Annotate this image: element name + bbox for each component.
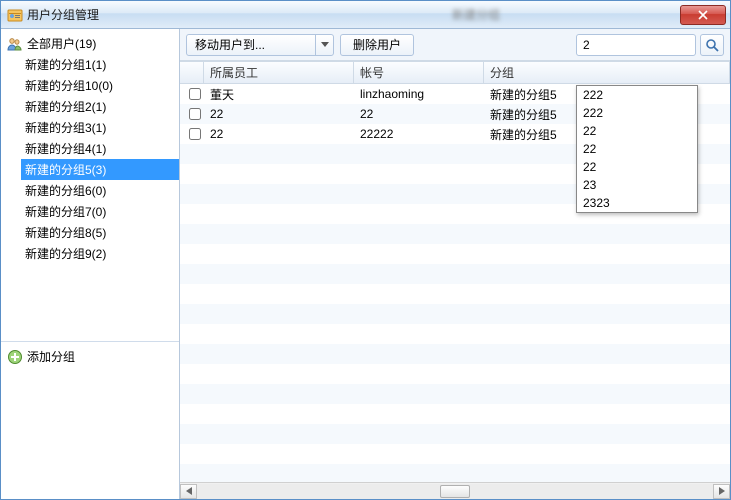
suggest-item[interactable]: 23 bbox=[577, 176, 697, 194]
main-panel: 移动用户到... 删除用户 所属员工 bbox=[180, 29, 730, 499]
add-group-label: 添加分组 bbox=[27, 348, 75, 365]
sidebar-group-item[interactable]: 新建的分组6(0) bbox=[21, 180, 179, 201]
move-user-dropdown[interactable]: 移动用户到... bbox=[186, 34, 334, 56]
suggest-item[interactable]: 22 bbox=[577, 158, 697, 176]
search-input[interactable] bbox=[576, 34, 696, 56]
suggest-item[interactable]: 222 bbox=[577, 104, 697, 122]
sidebar-group-item-selected[interactable]: 新建的分组5(3) bbox=[21, 159, 179, 180]
triangle-right-icon bbox=[719, 487, 725, 495]
grid-header-group[interactable]: 分组 bbox=[484, 62, 730, 83]
sidebar-group-item[interactable]: 新建的分组7(0) bbox=[21, 201, 179, 222]
scroll-track[interactable] bbox=[197, 484, 713, 499]
chevron-down-icon bbox=[315, 35, 333, 55]
cell-employee: 董天 bbox=[204, 86, 354, 103]
dropdown-label: 移动用户到... bbox=[187, 36, 273, 53]
app-window: 用户分组管理 新建分组 全部用户(19) 新建的分组1(1) 新建的分组10(0… bbox=[0, 0, 731, 500]
row-checkbox[interactable] bbox=[189, 108, 201, 120]
sidebar-group-item[interactable]: 新建的分组2(1) bbox=[21, 96, 179, 117]
users-icon bbox=[7, 37, 23, 51]
titlebar: 用户分组管理 新建分组 bbox=[1, 1, 730, 29]
toolbar: 移动用户到... 删除用户 bbox=[180, 29, 730, 61]
window-title: 用户分组管理 bbox=[27, 6, 99, 23]
tree-children: 新建的分组1(1) 新建的分组10(0) 新建的分组2(1) 新建的分组3(1)… bbox=[1, 54, 179, 264]
scroll-left-button[interactable] bbox=[180, 484, 197, 499]
cell-account: 22222 bbox=[354, 127, 484, 141]
add-group-button[interactable]: 添加分组 bbox=[7, 348, 173, 365]
search-button[interactable] bbox=[700, 34, 724, 56]
group-tree: 全部用户(19) 新建的分组1(1) 新建的分组10(0) 新建的分组2(1) … bbox=[1, 29, 179, 341]
suggest-item[interactable]: 22 bbox=[577, 140, 697, 158]
grid-body: 董天 linzhaoming 新建的分组5 22 22 新建的分组5 bbox=[180, 84, 730, 482]
suggest-item[interactable]: 22 bbox=[577, 122, 697, 140]
close-icon bbox=[697, 10, 709, 20]
row-checkbox[interactable] bbox=[189, 128, 201, 140]
grid-header-employee[interactable]: 所属员工 bbox=[204, 62, 354, 83]
cell-employee: 22 bbox=[204, 127, 354, 141]
plus-icon bbox=[7, 349, 23, 365]
tree-root-all-users[interactable]: 全部用户(19) bbox=[1, 33, 179, 54]
add-group-panel: 添加分组 bbox=[1, 341, 179, 499]
scroll-thumb[interactable] bbox=[440, 485, 470, 498]
grid-header-account[interactable]: 帐号 bbox=[354, 62, 484, 83]
grid-header-row: 所属员工 帐号 分组 bbox=[180, 62, 730, 84]
sidebar: 全部用户(19) 新建的分组1(1) 新建的分组10(0) 新建的分组2(1) … bbox=[1, 29, 180, 499]
close-button[interactable] bbox=[680, 5, 726, 25]
content-area: 全部用户(19) 新建的分组1(1) 新建的分组10(0) 新建的分组2(1) … bbox=[1, 29, 730, 499]
horizontal-scrollbar[interactable] bbox=[180, 482, 730, 499]
delete-user-button[interactable]: 删除用户 bbox=[340, 34, 414, 56]
search-icon bbox=[705, 38, 719, 52]
triangle-left-icon bbox=[186, 487, 192, 495]
cell-account: 22 bbox=[354, 107, 484, 121]
tree-root-label: 全部用户(19) bbox=[27, 35, 96, 52]
user-grid: 所属员工 帐号 分组 董天 linzhaoming 新建的分组5 bbox=[180, 61, 730, 482]
sidebar-group-item[interactable]: 新建的分组8(5) bbox=[21, 222, 179, 243]
app-icon bbox=[7, 7, 23, 23]
cell-account: linzhaoming bbox=[354, 87, 484, 101]
delete-user-label: 删除用户 bbox=[353, 36, 401, 53]
cell-employee: 22 bbox=[204, 107, 354, 121]
sidebar-group-item[interactable]: 新建的分组4(1) bbox=[21, 138, 179, 159]
row-checkbox[interactable] bbox=[189, 88, 201, 100]
search-suggest-popup: 222 222 22 22 22 23 2323 bbox=[576, 85, 698, 213]
grid-header-checkbox[interactable] bbox=[180, 62, 204, 83]
suggest-item[interactable]: 222 bbox=[577, 86, 697, 104]
sidebar-group-item[interactable]: 新建的分组9(2) bbox=[21, 243, 179, 264]
scroll-right-button[interactable] bbox=[713, 484, 730, 499]
search-area bbox=[576, 34, 724, 56]
sidebar-group-item[interactable]: 新建的分组10(0) bbox=[21, 75, 179, 96]
blurred-text: 新建分组 bbox=[452, 6, 500, 23]
sidebar-group-item[interactable]: 新建的分组3(1) bbox=[21, 117, 179, 138]
suggest-item[interactable]: 2323 bbox=[577, 194, 697, 212]
sidebar-group-item[interactable]: 新建的分组1(1) bbox=[21, 54, 179, 75]
